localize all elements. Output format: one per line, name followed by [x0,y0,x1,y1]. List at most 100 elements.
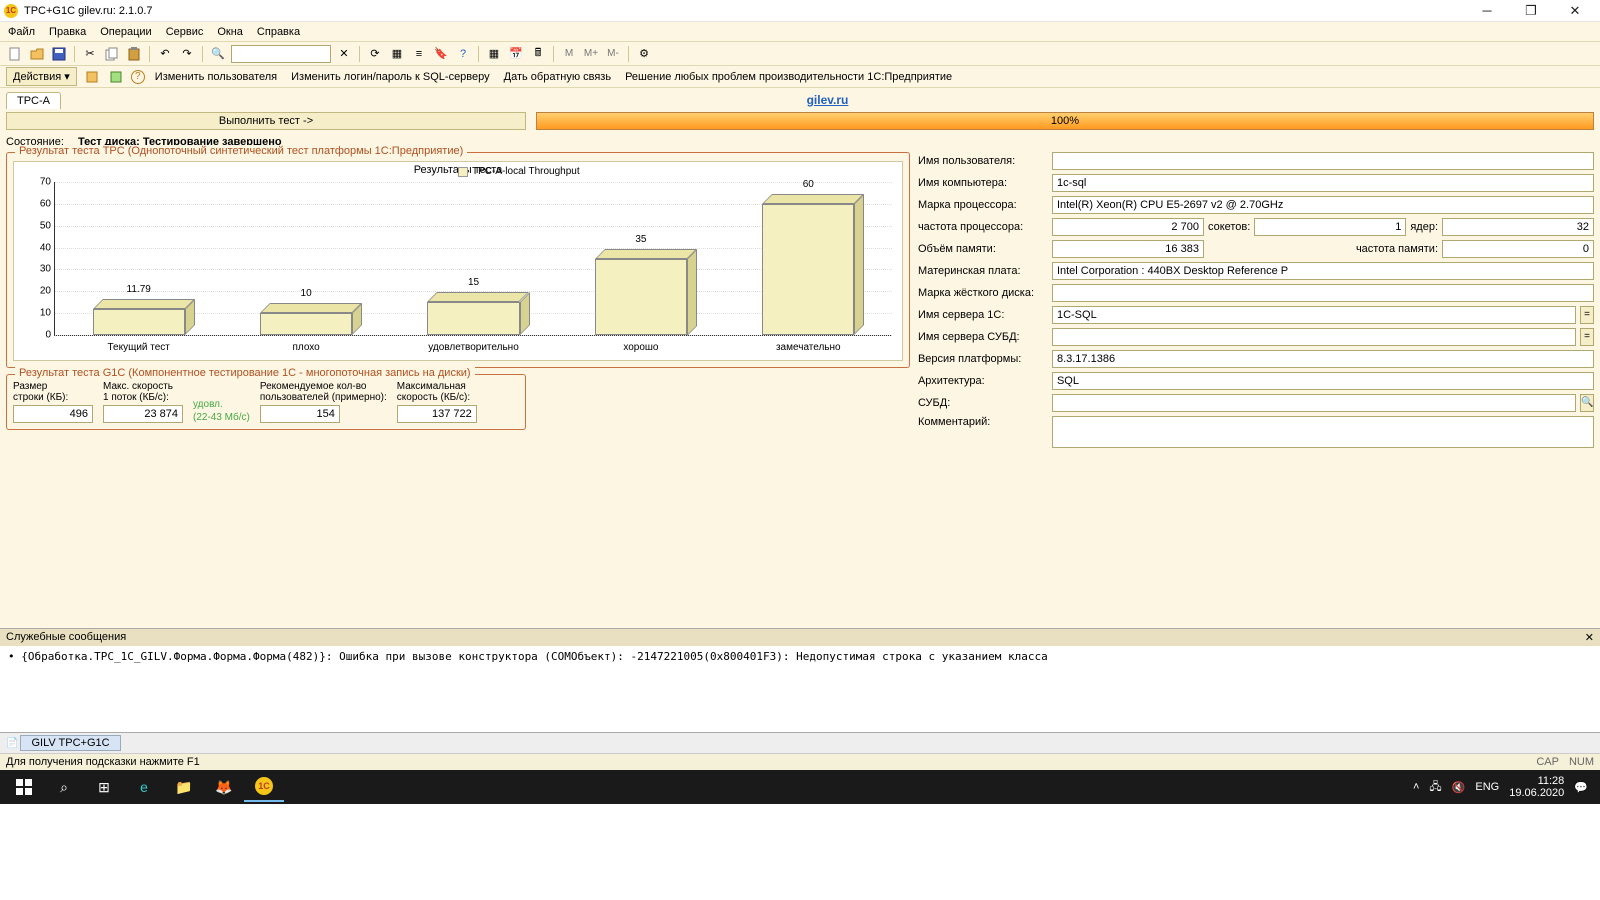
g1c-rowsize-label: Размер строки (КБ): [13,381,93,403]
window-tab-gilv[interactable]: GILV TPC+G1C [20,735,120,751]
menu-help[interactable]: Справка [257,26,300,38]
arch-input[interactable] [1052,372,1594,390]
ram-input[interactable] [1052,240,1204,258]
firefox-icon[interactable]: 🦊 [204,772,244,802]
close-button[interactable]: ✕ [1562,1,1588,21]
cut-icon[interactable]: ✂ [81,45,99,63]
clear-search-icon[interactable]: ✕ [335,45,353,63]
m-icon[interactable]: M [560,45,578,63]
tray-notifications-icon[interactable]: 💬 [1574,781,1588,794]
table-icon[interactable]: ▦ [485,45,503,63]
search-input[interactable] [231,45,331,63]
service-message: {Обработка.TPC_1C_GILV.Форма.Форма.Форма… [21,650,1048,663]
service-close-icon[interactable]: ✕ [1585,631,1594,644]
g1c-maxtotal-value[interactable] [397,405,477,423]
g1c-maxspeed-value[interactable] [103,405,183,423]
copy-icon[interactable] [103,45,121,63]
explorer-icon[interactable]: 📁 [164,772,204,802]
find-icon[interactable]: 🔍 [209,45,227,63]
comment-input[interactable] [1052,416,1594,448]
cpubrand-label: Марка процессора: [918,199,1048,211]
start-button[interactable] [4,772,44,802]
1c-icon[interactable]: 1C [244,772,284,802]
open-icon[interactable] [28,45,46,63]
gilev-link[interactable]: gilev.ru [61,93,1594,107]
content-area: TPC-A gilev.ru Выполнить тест -> 100% Со… [0,88,1600,628]
list-icon[interactable]: ≡ [410,45,428,63]
srvdb-input[interactable] [1052,328,1576,346]
menu-file[interactable]: Файл [8,26,35,38]
mb-input[interactable] [1052,262,1594,280]
tray-sound-icon[interactable]: 🔇 [1452,781,1466,794]
menu-operations[interactable]: Операции [100,26,151,38]
link-change-user[interactable]: Изменить пользователя [151,71,281,83]
srv1c-input[interactable] [1052,306,1576,324]
user-input[interactable] [1052,152,1594,170]
sockets-label: сокетов: [1208,221,1250,233]
save-icon[interactable] [50,45,68,63]
cores-input[interactable] [1442,218,1594,236]
service-messages-panel: Служебные сообщения ✕ • {Обработка.TPC_1… [0,628,1600,732]
calc-icon[interactable]: 🖩 [529,45,547,63]
bar-category-label: замечательно [776,342,841,353]
minimize-button[interactable]: ─ [1474,1,1500,21]
tab-tpc-a[interactable]: TPC-A [6,92,61,109]
m-minus-icon[interactable]: M- [604,45,622,63]
link-performance[interactable]: Решение любых проблем производительности… [621,71,956,83]
bookmark-icon[interactable]: 🔖 [432,45,450,63]
taskview-icon[interactable]: ⊞ [84,772,124,802]
ytick: 30 [25,264,51,275]
ramfreq-input[interactable] [1442,240,1594,258]
hdd-input[interactable] [1052,284,1594,302]
ie-icon[interactable]: e [124,772,164,802]
host-input[interactable] [1052,174,1594,192]
app-icon: 1C [4,4,18,18]
bar-value-label: 60 [803,179,814,190]
help-icon[interactable]: ? [454,45,472,63]
tb2-icon2[interactable] [107,68,125,86]
actions-dropdown[interactable]: Действия ▾ [6,67,77,86]
redo-icon[interactable]: ↷ [178,45,196,63]
srv1c-eq-button[interactable]: = [1580,306,1594,324]
tray-up-icon[interactable]: ˄ [1413,781,1419,793]
undo-icon[interactable]: ↶ [156,45,174,63]
arch-label: Архитектура: [918,375,1048,387]
dbms-search-button[interactable]: 🔍 [1580,394,1594,412]
system-info-panel: Имя пользователя: Имя компьютера: Марка … [918,152,1594,452]
tray-lang[interactable]: ENG [1475,781,1499,793]
link-feedback[interactable]: Дать обратную связь [500,71,615,83]
bar-value-label: 11.79 [127,284,151,295]
sockets-input[interactable] [1254,218,1406,236]
run-test-button[interactable]: Выполнить тест -> [6,112,526,130]
m-plus-icon[interactable]: M+ [582,45,600,63]
tray-clock[interactable]: 11:28 19.06.2020 [1509,775,1564,799]
g1c-rowsize-value[interactable] [13,405,93,423]
paste-icon[interactable] [125,45,143,63]
grid-icon[interactable]: ▦ [388,45,406,63]
tb2-help-icon[interactable]: ? [131,70,145,84]
new-icon[interactable] [6,45,24,63]
g1c-maxtotal-label: Максимальная скорость (КБ/с): [397,381,477,403]
window-titlebar: 1C TPC+G1C gilev.ru: 2.1.0.7 ─ ❐ ✕ [0,0,1600,22]
refresh-icon[interactable]: ⟳ [366,45,384,63]
dbms-input[interactable] [1052,394,1576,412]
g1c-recusers-value[interactable] [260,405,340,423]
tray-network-icon[interactable]: 🖧 [1429,778,1441,797]
settings-icon[interactable]: ⚙ [635,45,653,63]
bar-value-label: 10 [301,288,312,299]
host-label: Имя компьютера: [918,177,1048,189]
menu-edit[interactable]: Правка [49,26,86,38]
service-body[interactable]: • {Обработка.TPC_1C_GILV.Форма.Форма.Фор… [0,646,1600,732]
search-icon[interactable]: ⌕ [44,772,84,802]
cpubrand-input[interactable] [1052,196,1594,214]
srvdb-eq-button[interactable]: = [1580,328,1594,346]
cpufreq-input[interactable] [1052,218,1204,236]
main-toolbar: ✂ ↶ ↷ 🔍 ✕ ⟳ ▦ ≡ 🔖 ? ▦ 📅 🖩 M M+ M- ⚙ [0,42,1600,66]
menu-windows[interactable]: Окна [217,26,243,38]
link-change-sql[interactable]: Изменить логин/пароль к SQL-серверу [287,71,494,83]
menu-service[interactable]: Сервис [166,26,204,38]
platver-input[interactable] [1052,350,1594,368]
tb2-icon1[interactable] [83,68,101,86]
maximize-button[interactable]: ❐ [1518,1,1544,21]
calendar-icon[interactable]: 📅 [507,45,525,63]
